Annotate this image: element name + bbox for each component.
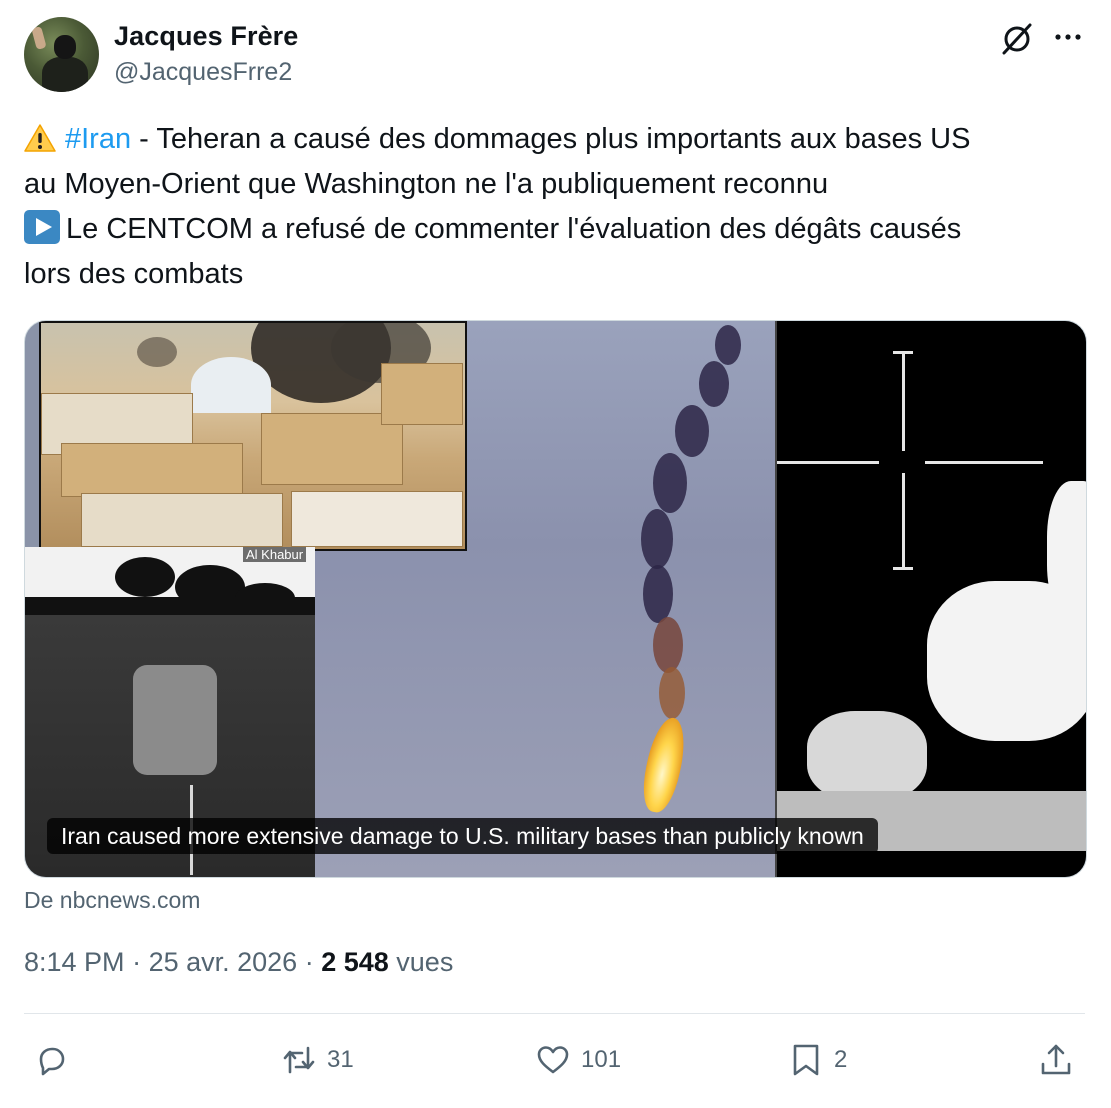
building [81,493,283,547]
author-handle[interactable]: @JacquesFrre2 [114,58,292,87]
warning-icon [24,124,56,152]
smoke-trail [653,617,683,673]
author-name[interactable]: Jacques Frère [114,21,298,52]
views-label: vues [396,947,454,977]
grok-icon[interactable] [1000,22,1034,56]
avatar-figure-hand [31,26,47,50]
divider [24,1013,1085,1014]
hashtag-iran[interactable]: #Iran [65,123,131,155]
building [381,363,463,425]
building [61,443,243,497]
tweet-line-2: au Moyen-Orient que Washington ne l'a pu… [24,168,829,200]
crosshair-line [902,351,905,451]
building [291,491,463,547]
dark-shape [115,557,175,597]
tweet-line-4: lors des combats [24,258,244,290]
smoke-trail [699,361,729,407]
reply-button[interactable] [34,1040,80,1080]
al-khabur-label: Al Khabur [243,547,307,562]
crosshair-line [777,461,879,464]
crosshair-line [902,473,905,569]
reply-icon [39,1047,65,1076]
bookmark-count: 2 [834,1046,848,1073]
meta-separator: · [297,947,322,977]
thermal-hotspot [807,711,927,801]
avatar-figure-head [54,35,76,59]
retweet-button[interactable]: 31 [281,1040,354,1080]
avatar-figure-body [42,57,88,92]
like-button[interactable]: 101 [535,1040,621,1080]
tweet-date[interactable]: 25 avr. 2026 [149,947,298,977]
more-icon[interactable] [1052,24,1084,50]
bookmark-icon [793,1044,819,1076]
play-button-icon [24,210,60,244]
base-city-panel [39,321,467,551]
thermal-hotspot [1047,481,1086,621]
tweet-line-3-text: Le CENTCOM a refusé de commenter l'évalu… [66,213,962,245]
views-count: 2 548 [321,947,389,977]
tweet-time[interactable]: 8:14 PM [24,947,125,977]
retweet-count: 31 [327,1046,354,1073]
smoke-trail [675,405,709,457]
link-source[interactable]: De nbcnews.com [24,887,200,914]
smoke-trail [653,453,687,513]
share-button[interactable] [1038,1040,1074,1080]
meta-separator: · [124,947,149,977]
tweet-meta: 8:14 PM · 25 avr. 2026 · 2 548 vues [24,947,453,978]
smoke-cloud [137,337,177,367]
tweet-line-1-text: - Teheran a causé des dommages plus impo… [131,123,971,155]
tweet-line-3: Le CENTCOM a refusé de commenter l'évalu… [24,207,1099,252]
thermal-targeting-panel [775,321,1086,877]
crosshair-line [893,351,913,354]
tweet-line-1: #Iran - Teheran a causé des dommages plu… [24,117,1099,162]
crosshair-line [893,567,913,570]
avatar[interactable] [24,17,99,92]
like-count: 101 [581,1046,622,1073]
tweet-text: #Iran - Teheran a causé des dommages plu… [24,117,1099,297]
media-caption: Iran caused more extensive damage to U.S… [47,818,878,854]
share-icon [1041,1044,1071,1075]
crosshair-line [925,461,1043,464]
smoke-trail [641,509,673,569]
smoke-trail [643,565,673,623]
device-shape [133,665,217,775]
radar-dome [191,357,271,413]
retweet-icon [283,1046,315,1074]
media-card[interactable]: Al Khabur Iran caused more extensive dam… [24,320,1087,878]
heart-icon [537,1046,569,1074]
smoke-trail [715,325,741,365]
smoke-trail [659,667,685,719]
bookmark-button[interactable]: 2 [788,1040,847,1080]
dark-shape [25,597,315,615]
